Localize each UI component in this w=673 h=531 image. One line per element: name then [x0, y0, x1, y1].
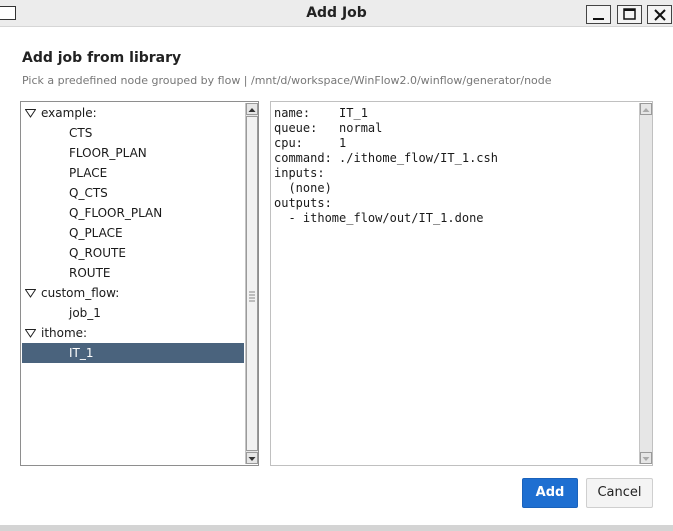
scroll-down-arrow[interactable]: [246, 452, 258, 464]
detail-line: inputs:: [274, 166, 325, 180]
title-bar: Add Job: [0, 0, 673, 27]
minimize-button[interactable]: [586, 5, 611, 24]
job-library-tree[interactable]: example: CTS FLOOR_PLAN PLACE Q_CTS Q_FLOOR_P…: [20, 101, 259, 466]
tree-item[interactable]: ROUTE: [22, 263, 244, 283]
window-title: Add Job: [306, 5, 367, 21]
tree-group-label: custom_flow:: [41, 286, 120, 300]
bottom-edge: [0, 525, 673, 531]
arrow-up-icon: [642, 108, 650, 112]
details-scroll-down-arrow[interactable]: [640, 452, 652, 464]
tree-item[interactable]: Q_CTS: [22, 183, 244, 203]
tree-item-label: Q_ROUTE: [69, 246, 126, 260]
detail-line: queue: normal: [274, 121, 383, 135]
tree-item-label: Q_CTS: [69, 186, 108, 200]
job-details-panel[interactable]: name: IT_1 queue: normal cpu: 1 command: ./…: [270, 101, 653, 466]
tree-group[interactable]: ithome:: [22, 323, 244, 343]
tree-item[interactable]: Q_PLACE: [22, 223, 244, 243]
maximize-icon: [623, 8, 636, 20]
tree-item-label: job_1: [69, 306, 101, 320]
tree-list: example: CTS FLOOR_PLAN PLACE Q_CTS Q_FLOOR_P…: [22, 103, 244, 363]
tree-item-label: CTS: [69, 126, 93, 140]
dialog-heading: Add job from library: [22, 50, 182, 66]
tree-item[interactable]: IT_1: [22, 343, 244, 363]
tree-item[interactable]: Q_FLOOR_PLAN: [22, 203, 244, 223]
cancel-button[interactable]: Cancel: [586, 478, 653, 508]
detail-line: command: ./ithome_flow/IT_1.csh: [274, 151, 498, 165]
job-details-text: name: IT_1 queue: normal cpu: 1 command: ./…: [274, 106, 634, 226]
tree-group[interactable]: example:: [22, 103, 244, 123]
tree-group[interactable]: custom_flow:: [22, 283, 244, 303]
detail-line: (none): [274, 181, 332, 195]
minimize-icon: [593, 18, 604, 20]
detail-line: cpu: 1: [274, 136, 347, 150]
grip-icon: [249, 291, 255, 302]
detail-line: name: IT_1: [274, 106, 368, 120]
scroll-up-arrow[interactable]: [246, 103, 258, 115]
add-button[interactable]: Add: [522, 478, 578, 508]
expand-triangle-icon[interactable]: [25, 289, 36, 298]
tree-item[interactable]: PLACE: [22, 163, 244, 183]
tree-item[interactable]: FLOOR_PLAN: [22, 143, 244, 163]
dialog-subheading: Pick a predefined node grouped by flow |…: [22, 74, 552, 87]
expand-triangle-icon[interactable]: [25, 329, 36, 338]
arrow-up-icon: [248, 108, 256, 112]
arrow-down-icon: [248, 457, 256, 461]
details-scroll-up-arrow[interactable]: [640, 103, 652, 115]
tree-group-label: ithome:: [41, 326, 88, 340]
tree-item-label: Q_FLOOR_PLAN: [69, 206, 163, 220]
tree-item-label: PLACE: [69, 166, 108, 180]
tree-item-label: Q_PLACE: [69, 226, 123, 240]
tree-group-label: example:: [41, 106, 97, 120]
detail-line: outputs:: [274, 196, 332, 210]
tree-item-label: ROUTE: [69, 266, 111, 280]
tree-vertical-scrollbar[interactable]: [245, 103, 258, 464]
tree-item-label: FLOOR_PLAN: [69, 146, 147, 160]
tree-item[interactable]: CTS: [22, 123, 244, 143]
tree-item[interactable]: Q_ROUTE: [22, 243, 244, 263]
close-button[interactable]: [647, 5, 672, 24]
close-icon: [654, 9, 666, 21]
scroll-thumb[interactable]: [246, 116, 258, 451]
expand-triangle-icon[interactable]: [25, 109, 36, 118]
arrow-down-icon: [642, 457, 650, 461]
tree-item-label: IT_1: [69, 346, 94, 360]
tree-item[interactable]: job_1: [22, 303, 244, 323]
detail-line: - ithome_flow/out/IT_1.done: [274, 211, 484, 225]
maximize-button[interactable]: [617, 5, 642, 24]
details-vertical-scrollbar[interactable]: [639, 103, 652, 464]
